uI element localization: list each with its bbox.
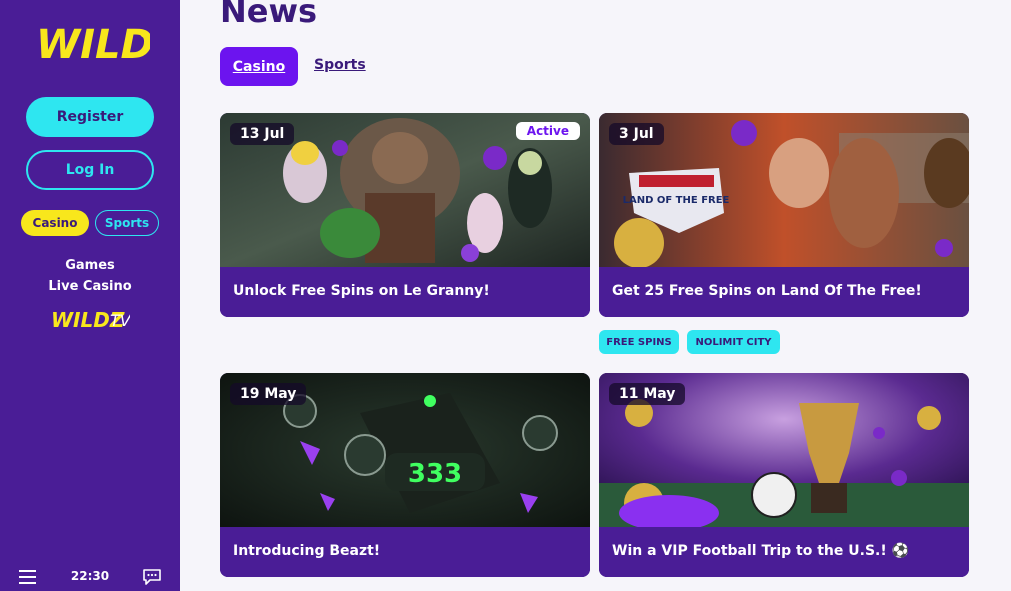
nav-games[interactable]: Games xyxy=(0,258,180,273)
svg-text:333: 333 xyxy=(408,459,462,489)
card-title: Introducing Beazt! xyxy=(220,527,590,577)
sidebar: WILDZ Register Log In Casino Sports Game… xyxy=(0,0,180,591)
sidebar-footer: 22:30 xyxy=(0,565,180,591)
active-badge: Active xyxy=(515,122,580,140)
tab-sports[interactable]: Sports xyxy=(314,57,366,73)
casino-switch[interactable]: Casino xyxy=(21,210,89,236)
news-card[interactable]: 333 19 May Introducing Beazt! xyxy=(220,373,590,577)
tag-nolimit-city[interactable]: NOLIMIT CITY xyxy=(687,330,780,354)
tab-casino[interactable]: Casino xyxy=(220,47,298,86)
date-badge: 19 May xyxy=(230,383,307,405)
card-title: Win a VIP Football Trip to the U.S.! ⚽ xyxy=(599,527,969,577)
news-card[interactable]: LAND OF THE FREE 3 Jul Get 25 Free Spins… xyxy=(599,113,969,317)
date-badge: 3 Jul xyxy=(609,123,664,145)
news-card[interactable]: 11 May Win a VIP Football Trip to the U.… xyxy=(599,373,969,577)
register-button[interactable]: Register xyxy=(26,97,154,137)
date-badge: 13 Jul xyxy=(230,123,295,145)
svg-text:WILDZ: WILDZ xyxy=(36,22,150,68)
svg-text:LAND OF THE FREE: LAND OF THE FREE xyxy=(623,195,730,206)
page-title: News xyxy=(220,0,318,30)
card-title: Unlock Free Spins on Le Granny! xyxy=(220,267,590,317)
login-button[interactable]: Log In xyxy=(26,150,154,190)
news-card[interactable]: 13 Jul Active Unlock Free Spins on Le Gr… xyxy=(220,113,590,317)
nav-live-casino[interactable]: Live Casino xyxy=(0,279,180,294)
chat-icon[interactable] xyxy=(142,568,162,586)
clock: 22:30 xyxy=(70,569,110,583)
svg-text:TV: TV xyxy=(110,311,130,330)
wildz-tv-logo[interactable]: WILDZ TV xyxy=(50,304,130,334)
wildz-logo[interactable]: WILDZ xyxy=(34,12,150,70)
main-content: News Casino Sports 13 Jul Active Unlock … xyxy=(180,0,1011,591)
card-title: Get 25 Free Spins on Land Of The Free! xyxy=(599,267,969,317)
date-badge: 11 May xyxy=(609,383,686,405)
menu-icon[interactable] xyxy=(19,570,36,584)
tag-free-spins[interactable]: FREE SPINS xyxy=(599,330,679,354)
sports-switch[interactable]: Sports xyxy=(95,210,159,236)
